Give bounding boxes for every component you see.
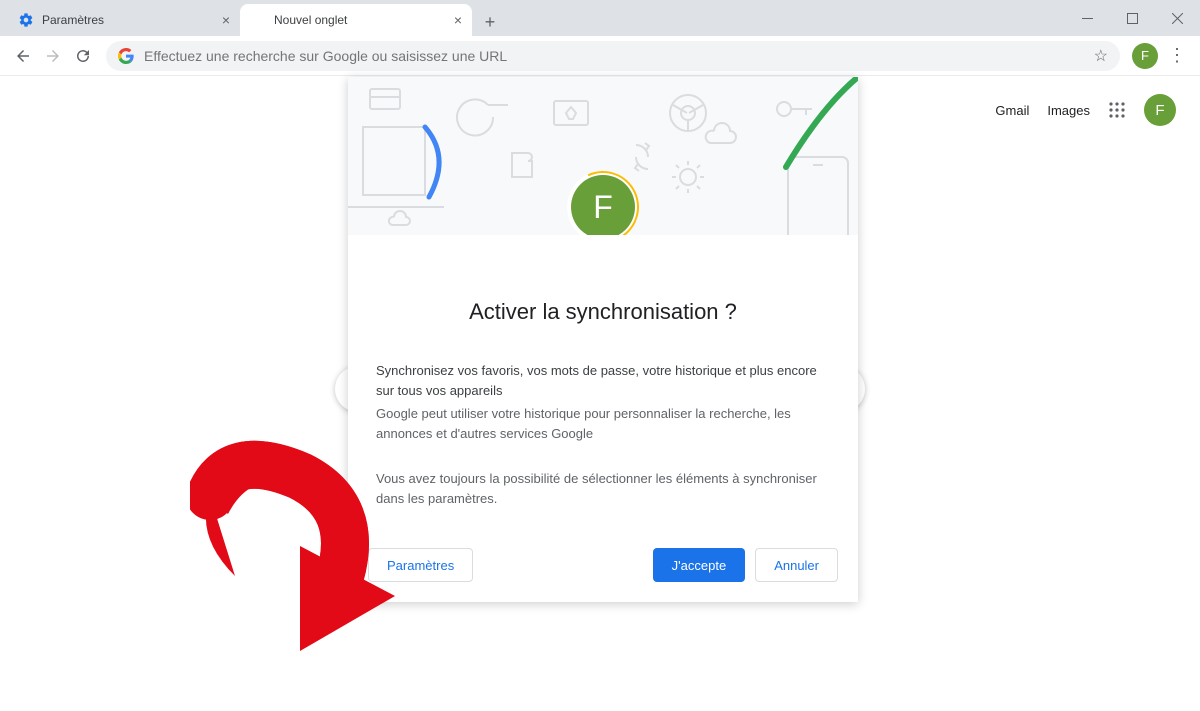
address-bar[interactable]: ☆ <box>106 41 1120 71</box>
forward-button[interactable] <box>38 41 68 71</box>
tab-nouvel-onglet[interactable]: Nouvel onglet × <box>240 4 472 36</box>
new-tab-button[interactable]: + <box>476 8 504 36</box>
dialog-hero: F <box>348 77 858 235</box>
minimize-button[interactable] <box>1065 3 1110 33</box>
profile-avatar-small[interactable]: F <box>1132 43 1158 69</box>
dialog-line-3: Vous avez toujours la possibilité de sél… <box>376 469 830 508</box>
dialog-line-1: Synchronisez vos favoris, vos mots de pa… <box>376 361 830 400</box>
close-icon[interactable]: × <box>454 12 462 28</box>
settings-gear-icon <box>18 12 34 28</box>
omnibox-input[interactable] <box>144 48 1094 64</box>
settings-button[interactable]: Paramètres <box>368 548 473 582</box>
maximize-button[interactable] <box>1110 3 1155 33</box>
sync-activation-dialog: F Activer la synchronisation ? Synchroni… <box>348 77 858 602</box>
blank-favicon <box>250 12 266 28</box>
reload-button[interactable] <box>68 41 98 71</box>
back-button[interactable] <box>8 41 38 71</box>
images-link[interactable]: Images <box>1047 103 1090 118</box>
google-g-icon <box>118 48 134 64</box>
tab-parametres[interactable]: Paramètres × <box>8 4 240 36</box>
dialog-avatar-wrap: F <box>567 171 639 235</box>
dialog-footer: Paramètres J'accepte Annuler <box>348 532 858 602</box>
gmail-link[interactable]: Gmail <box>995 103 1029 118</box>
tab-title: Paramètres <box>42 13 104 27</box>
accept-button[interactable]: J'accepte <box>653 548 746 582</box>
bookmark-star-icon[interactable]: ☆ <box>1094 46 1108 66</box>
tab-title: Nouvel onglet <box>274 13 347 27</box>
toolbar: ☆ F ⋮ <box>0 36 1200 76</box>
profile-avatar-ntp[interactable]: F <box>1144 94 1176 126</box>
page-content: Gmail Images F <box>0 76 1200 711</box>
chrome-menu-button[interactable]: ⋮ <box>1162 41 1192 71</box>
dialog-line-2: Google peut utiliser votre historique po… <box>376 404 830 443</box>
close-icon[interactable]: × <box>222 12 230 28</box>
dialog-title: Activer la synchronisation ? <box>376 299 830 325</box>
profile-avatar-large: F <box>571 175 635 235</box>
tab-strip: Paramètres × Nouvel onglet × + <box>0 0 1200 36</box>
cancel-button[interactable]: Annuler <box>755 548 838 582</box>
window-controls <box>1065 0 1200 36</box>
ntp-header: Gmail Images F <box>995 94 1176 126</box>
dialog-body: Activer la synchronisation ? Synchronise… <box>348 235 858 532</box>
apps-grid-icon[interactable] <box>1108 101 1126 119</box>
close-window-button[interactable] <box>1155 3 1200 33</box>
